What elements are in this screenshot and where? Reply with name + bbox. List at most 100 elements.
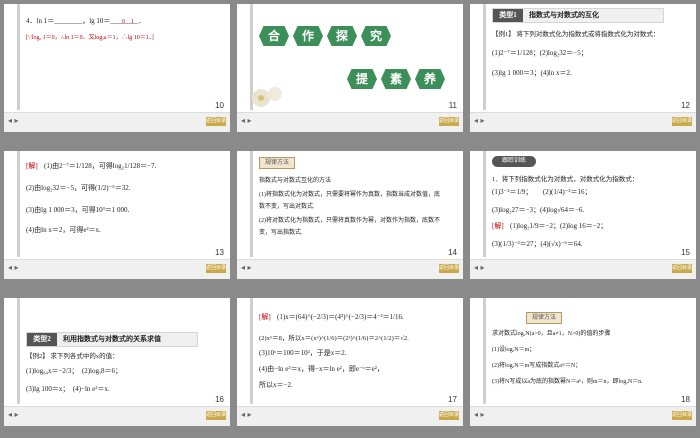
method-line: 变，写出指数式. (259, 230, 303, 236)
slide-side-bar (17, 4, 20, 110)
method-line: (2)将logₐN＝m写成指数式aᵐ＝N； (492, 363, 582, 369)
nav-controls[interactable]: ◂ ▸ (241, 263, 252, 272)
method-badge: 规律方法 (526, 312, 562, 324)
slide-footer: ◂ ▸ 返回目录 (470, 259, 696, 279)
subtitle-char: 养 (415, 69, 445, 89)
nav-controls[interactable]: ◂ ▸ (241, 410, 252, 419)
slide-footer: ◂ ▸ 返回目录 (470, 112, 696, 132)
answer-explanation: [∵logₐ 1＝0，∴ln 1＝0．又logₐa＝1，∴lg 10＝1．] (26, 35, 154, 41)
slide-footer: ◂ ▸ 返回目录 (4, 112, 230, 132)
title-char: 究 (361, 26, 391, 46)
slide-thumbnail-10[interactable]: 4．ln 1＝________，lg 10＝________． 0 1 [∵lo… (4, 4, 230, 132)
return-button[interactable]: 返回目录 (439, 264, 459, 273)
return-button[interactable]: 返回目录 (206, 264, 226, 273)
solution-line: (2)由log₂32＝−5，可得(1/2)⁻⁵＝32. (26, 184, 131, 192)
slide-thumbnail-12[interactable]: 类型1 指数式与对数式的互化 【例1】 将下列对数式化为指数式或将指数式化为对数… (470, 4, 696, 132)
solution-line: (3)10ˣ＝100＝10²，于是x＝2. (259, 349, 347, 357)
nav-controls[interactable]: ◂ ▸ (474, 263, 485, 272)
type-header: 类型2 利用指数式与对数式的关系求值 (26, 332, 198, 347)
slide-thumbnail-18[interactable]: 规律方法 求对数式logₐN(a>0，且a≠1，N>0)的值的步骤 (1)设lo… (470, 298, 696, 426)
nav-controls[interactable]: ◂ ▸ (241, 116, 252, 125)
solution-label: [解] (492, 222, 504, 230)
slide-thumbnail-13[interactable]: [解] (1)由2⁻⁷＝1/128，可得log₂1/128＝−7. (2)由lo… (4, 151, 230, 279)
title-char: 探 (327, 26, 357, 46)
practice-line: (3)log₃27＝−3；(4)log√64＝−6. (492, 206, 585, 214)
page-number: 12 (681, 101, 690, 110)
subtitle-char: 提 (347, 69, 377, 89)
solution-line: (3)由lg 1 000＝3，可得10³＝1 000. (26, 206, 130, 214)
nav-controls[interactable]: ◂ ▸ (8, 410, 19, 419)
page-number: 17 (448, 395, 457, 404)
nav-controls[interactable]: ◂ ▸ (474, 410, 485, 419)
subtitle-char: 素 (381, 69, 411, 89)
example-prompt: 【例2】 求下列各式中的x的值： (26, 353, 119, 360)
page-number: 14 (448, 248, 457, 257)
method-heading: 求对数式logₐN(a>0，且a≠1，N>0)的值的步骤 (492, 331, 611, 337)
nav-controls[interactable]: ◂ ▸ (8, 263, 19, 272)
slide-footer: ◂ ▸ 返回目录 (237, 259, 463, 279)
slide-side-bar (17, 298, 20, 404)
page-number: 11 (448, 101, 457, 110)
slide-thumbnail-11[interactable]: 合 作 探 究 提 素 养 11 ◂ ▸ 返回目录 (237, 4, 463, 132)
practice-line: (1)3⁻²＝1/9； (2)(1/4)⁻²＝16； (492, 188, 592, 196)
problem-line: (3)lg 100＝x； (4)−ln e²＝x. (26, 385, 110, 393)
method-line: (3)将N写成以a为底的指数幂N＝aⁿ，则m＝n，即logₐN＝n. (492, 379, 643, 385)
slide-footer: ◂ ▸ 返回目录 (470, 406, 696, 426)
page-number: 18 (681, 395, 690, 404)
type-title: 指数式与对数式的互化 (529, 11, 599, 19)
section-subtitle: 提 素 养 (347, 69, 445, 89)
type-title: 利用指数式与对数式的关系求值 (63, 335, 161, 343)
return-button[interactable]: 返回目录 (439, 117, 459, 126)
slide-footer: ◂ ▸ 返回目录 (237, 406, 463, 426)
section-title: 合 作 探 究 (259, 26, 391, 46)
page-number: 10 (215, 101, 224, 110)
solution-line: (3)(1/3)⁻³＝27；(4)(√x)⁻⁶＝64. (492, 240, 583, 248)
slide-thumbnail-15[interactable]: 跟踪训练 1．将下列指数式化为对数式，对数式化为指数式： (1)3⁻²＝1/9；… (470, 151, 696, 279)
return-button[interactable]: 返回目录 (672, 117, 692, 126)
return-button[interactable]: 返回目录 (672, 411, 692, 420)
slide-side-bar (17, 151, 20, 257)
return-button[interactable]: 返回目录 (672, 264, 692, 273)
solution-line: 所以x＝−2. (259, 381, 293, 389)
slide-side-bar (483, 298, 486, 404)
solution-line: (4)由−ln e²＝x，得−x＝ln e²，即e⁻ˣ＝e²， (259, 365, 384, 373)
nav-controls[interactable]: ◂ ▸ (474, 116, 485, 125)
practice-badge: 跟踪训练 (492, 156, 536, 167)
solution-line: (4)由ln x＝2，可得e²＝x. (26, 226, 101, 234)
return-button[interactable]: 返回目录 (206, 117, 226, 126)
nav-controls[interactable]: ◂ ▸ (8, 116, 19, 125)
slide-side-bar (250, 298, 253, 404)
slide-footer: ◂ ▸ 返回目录 (4, 259, 230, 279)
slide-thumbnail-17[interactable]: [解] (1)x＝(64)^(−2/3)＝(4³)^(−2/3)＝4⁻²＝1/1… (237, 298, 463, 426)
page-number: 13 (215, 248, 224, 257)
slide-thumbnail-16[interactable]: 类型2 利用指数式与对数式的关系求值 【例2】 求下列各式中的x的值： (1)l… (4, 298, 230, 426)
method-line: (2)将对数式化为指数式，只需将真数作为幂，对数作为指数，底数不 (259, 218, 440, 224)
solution-label: [解] (26, 162, 38, 170)
solution-line: (2)x⁶＝8，所以x＝(x⁶)^(1/6)＝(2³)^(1/6)＝2^(1/2… (259, 335, 409, 342)
solution-line: (1)由2⁻⁷＝1/128，可得log₂1/128＝−7. (44, 162, 157, 170)
practice-prompt: 1．将下列指数式化为对数式，对数式化为指数式： (492, 176, 639, 183)
method-line: (1)将指数式化为对数式，只需要将幂作为真数，指数当成对数值，底 (259, 192, 440, 198)
method-line: (1)设logₐN＝m； (492, 347, 536, 353)
type-tag: 类型1 (493, 9, 523, 22)
flower-decoration-icon (247, 82, 291, 112)
title-char: 合 (259, 26, 289, 46)
slide-side-bar (250, 151, 253, 257)
type-header: 类型1 指数式与对数式的互化 (492, 8, 664, 23)
example-prompt: 【例1】 将下列对数式化为指数式或将指数式化为对数式： (492, 31, 660, 38)
slide-thumbnail-14[interactable]: 规律方法 指数式与对数式互化的方法 (1)将指数式化为对数式，只需要将幂作为真数… (237, 151, 463, 279)
return-button[interactable]: 返回目录 (439, 411, 459, 420)
slide-side-bar (483, 4, 486, 110)
solution-line: (1)log₃1/9＝−2；(2)log 16＝−2； (510, 222, 608, 230)
solution-line: (1)x＝(64)^(−2/3)＝(4³)^(−2/3)＝4⁻²＝1/16. (277, 313, 404, 321)
answer-values: 0 1 (122, 19, 135, 25)
return-button[interactable]: 返回目录 (206, 411, 226, 420)
slide-side-bar (483, 151, 486, 257)
problem-line: (1)log₆₄x＝−2/3； (2)logₓ8＝6； (26, 367, 123, 375)
method-heading: 指数式与对数式互化的方法 (259, 178, 332, 184)
problem-line: (3)lg 1 000＝3；(4)ln x＝2. (492, 69, 572, 77)
page-number: 16 (215, 395, 224, 404)
page-number: 15 (681, 248, 690, 257)
solution-label: [解] (259, 313, 271, 321)
method-badge: 规律方法 (259, 157, 295, 169)
